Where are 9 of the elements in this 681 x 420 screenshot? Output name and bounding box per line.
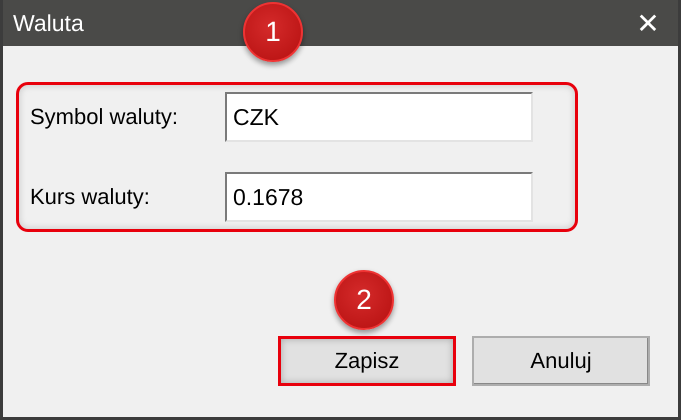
- input-field[interactable]: CZK: [225, 92, 533, 142]
- cancel-button[interactable]: Anuluj: [472, 336, 650, 386]
- save-button[interactable]: Zapisz: [278, 336, 456, 386]
- window-title: Waluta: [13, 10, 84, 36]
- close-button[interactable]: ✕: [618, 0, 678, 46]
- callout-badge: 2: [334, 270, 394, 330]
- input-field[interactable]: 0.1678: [225, 172, 533, 222]
- field-label: Symbol waluty:: [30, 104, 179, 130]
- field-label: Kurs waluty:: [30, 184, 151, 210]
